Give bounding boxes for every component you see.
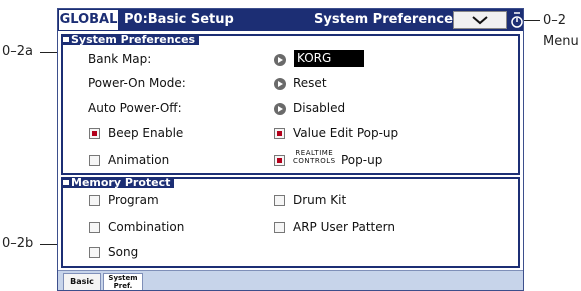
- power-on-mode-label: Power-On Mode:: [88, 76, 186, 90]
- title-bar: GLOBAL P0:Basic Setup System Preferences: [58, 9, 523, 31]
- annotation-0-2a: 0–2a: [2, 44, 34, 59]
- tab-system-pref[interactable]: System Pref.: [103, 273, 143, 290]
- bank-map-arrow-icon[interactable]: [274, 54, 286, 66]
- section-title: System Preferences: [314, 12, 461, 27]
- drum-kit-protect-checkbox[interactable]: [274, 195, 285, 206]
- system-preferences-header: System Preferences: [61, 34, 200, 45]
- bank-map-value[interactable]: KORG: [294, 50, 364, 67]
- auto-power-off-arrow-icon[interactable]: [274, 103, 286, 115]
- arp-user-pattern-protect-checkbox[interactable]: [274, 222, 285, 233]
- memory-protect-header: Memory Protect: [61, 177, 175, 188]
- combination-protect-checkbox[interactable]: [89, 222, 100, 233]
- system-preferences-panel: System Preferences Bank Map: KORG Power-…: [61, 34, 520, 175]
- tab-basic[interactable]: Basic: [63, 273, 101, 290]
- value-edit-popup-checkbox[interactable]: [274, 128, 285, 139]
- song-protect-label: Song: [108, 245, 139, 259]
- drum-kit-protect-label: Drum Kit: [293, 193, 347, 207]
- page-tabs: Basic System Pref.: [58, 270, 523, 290]
- annotation-0-2: 0–2: [543, 13, 567, 28]
- auto-power-off-value[interactable]: Disabled: [293, 101, 345, 115]
- combination-protect-label: Combination: [108, 220, 185, 234]
- animation-label: Animation: [108, 153, 170, 167]
- tab-system-pref-line1: System: [108, 274, 138, 282]
- controls-text: CONTROLS: [293, 157, 336, 165]
- chevron-down-icon: [472, 16, 488, 25]
- realtime-controls-popup-label: Pop-up: [341, 153, 383, 167]
- memory-protect-panel: Memory Protect Program Drum Kit Combinat…: [61, 177, 520, 268]
- power-on-mode-arrow-icon[interactable]: [274, 78, 286, 90]
- page-menu-button[interactable]: [453, 11, 507, 29]
- arp-user-pattern-protect-label: ARP User Pattern: [293, 220, 395, 234]
- program-protect-checkbox[interactable]: [89, 195, 100, 206]
- animation-checkbox[interactable]: [89, 155, 100, 166]
- power-on-mode-value[interactable]: Reset: [293, 76, 327, 90]
- song-protect-checkbox[interactable]: [89, 247, 100, 258]
- global-system-preferences-screen: GLOBAL P0:Basic Setup System Preferences…: [57, 8, 524, 291]
- auto-power-off-label: Auto Power-Off:: [88, 101, 182, 115]
- realtime-controls-label: REALTIME CONTROLS: [293, 149, 336, 165]
- mode-indicator: GLOBAL: [59, 10, 118, 30]
- annotation-0-2b: 0–2b: [2, 236, 34, 251]
- value-edit-popup-label: Value Edit Pop-up: [293, 126, 399, 140]
- beep-enable-checkbox[interactable]: [89, 128, 100, 139]
- bank-map-label: Bank Map:: [88, 52, 152, 66]
- realtime-text: REALTIME: [295, 149, 334, 157]
- beep-enable-label: Beep Enable: [108, 126, 184, 140]
- page-jump-icon[interactable]: [510, 11, 524, 29]
- program-protect-label: Program: [108, 193, 159, 207]
- annotation-menu: Menu: [543, 34, 579, 49]
- realtime-controls-popup-checkbox[interactable]: [274, 155, 285, 166]
- page-title: P0:Basic Setup: [124, 12, 234, 27]
- tab-system-pref-line2: Pref.: [113, 282, 133, 290]
